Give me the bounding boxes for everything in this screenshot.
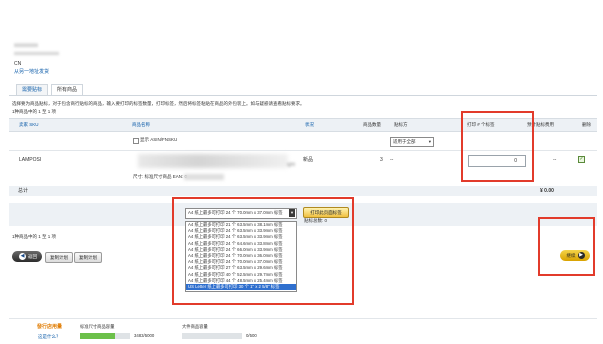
row-size-note: 尺寸: 标准尺寸商品 EAN: 0 <box>133 174 188 179</box>
tab-divider <box>9 95 597 96</box>
capacity-divider <box>9 318 597 319</box>
oversize-capacity-label: 大件商品容量 <box>182 324 208 329</box>
address-line-1: xxxxxxxx <box>14 43 38 49</box>
back-button[interactable]: ◀ 返回 <box>12 251 42 262</box>
total-label: 总计 <box>18 188 29 194</box>
oversize-capacity-bar <box>182 333 242 339</box>
tab-needs-labeling[interactable]: 需要贴标 <box>16 84 49 95</box>
total-row <box>9 186 597 196</box>
show-asin-label: 显示 ASIN/FNSKU <box>140 137 178 142</box>
capacity-help-link[interactable]: 这是什么？ <box>38 334 61 340</box>
col-quantity: 商品数量 <box>363 122 381 127</box>
tab-all-products[interactable]: 所有商品 <box>51 84 84 95</box>
delete-checkbox[interactable]: ✓ <box>578 156 585 163</box>
row-condition: 新品 <box>303 157 314 163</box>
standard-capacity-fill <box>80 333 115 339</box>
ship-from-another-address-link[interactable]: 从另一地址发货 <box>14 70 49 75</box>
showing-count-top: 1种商品中的 1 至 1 项 <box>12 109 57 114</box>
show-asin-checkbox[interactable] <box>133 138 139 144</box>
row-sku: LAMPOSI <box>19 157 42 163</box>
capacity-title: 發行店用量 <box>37 324 63 330</box>
highlight-label-dropdown <box>172 197 354 305</box>
chevron-down-icon: ▾ <box>428 139 431 144</box>
duplicate-plan-button[interactable]: 复制计划 <box>45 252 73 263</box>
col-sku[interactable]: 卖家 SKU <box>19 122 39 128</box>
highlight-continue <box>538 217 595 276</box>
row-product-name-tail: ight <box>287 162 296 168</box>
row-size-note-blur <box>184 174 224 180</box>
copy-plan-button[interactable]: 复制计划 <box>74 252 102 263</box>
arrow-left-icon: ◀ <box>19 253 26 260</box>
standard-capacity-label: 标准尺寸商品容量 <box>80 324 115 329</box>
instructions-text: 选择要为商品贴标，对于包含商行贴标的商品，输入要打印的标签数量，打印标签，然后将… <box>12 101 305 106</box>
row-quantity: 3 <box>380 157 383 163</box>
showing-count-bottom: 1种商品中的 1 至 1 项 <box>12 234 57 239</box>
address-country: CN <box>14 61 22 67</box>
labeled-by-select[interactable]: 适用于全部 ▾ <box>390 137 434 147</box>
col-condition[interactable]: 状况 <box>305 122 314 128</box>
col-labeled-by: 贴标方 <box>394 122 408 127</box>
col-product-name[interactable]: 商品名称 <box>132 122 150 128</box>
col-delete: 删除 <box>582 122 591 127</box>
row-product-name-blurred <box>138 154 288 168</box>
row-est-fee: -- <box>553 157 557 163</box>
highlight-print-count <box>461 111 534 182</box>
total-value: ¥ 0.00 <box>540 188 554 194</box>
address-line-2: xxxxxxxxxxxxxxxxxx <box>14 51 59 57</box>
oversize-capacity-value: 0/500 <box>246 333 257 338</box>
standard-capacity-bar <box>80 333 130 339</box>
standard-capacity-value: 3483/5000 <box>134 333 155 338</box>
row-labeled-by: -- <box>390 157 394 163</box>
